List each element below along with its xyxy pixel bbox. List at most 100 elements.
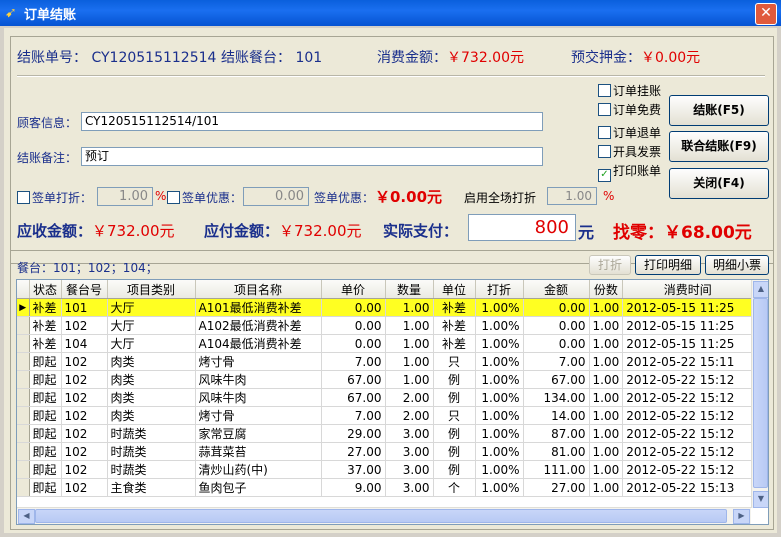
option-checkbox-1[interactable]: 订单免费: [598, 101, 661, 118]
table-cell: 87.00: [523, 424, 590, 443]
table-cell: 1.00%: [475, 370, 524, 389]
table-cell: 1.00: [589, 298, 624, 317]
table-cell: 67.00: [321, 370, 386, 389]
detail-ticket-button[interactable]: 明细小票: [705, 255, 769, 275]
global-discount-label: 启用全场打折: [464, 191, 537, 205]
table-cell: 3.00: [385, 424, 434, 443]
scroll-right-icon[interactable]: ▶: [733, 509, 750, 524]
column-header-10[interactable]: 消费时间: [622, 280, 754, 299]
table-cell: 时蔬类: [107, 424, 196, 443]
global-discount-input[interactable]: 1.00: [547, 187, 597, 205]
table-row[interactable]: 即起 102 时蔬类 蒜茸菜苔 27.00 3.00 例 1.00% 81.00 1.00 2012…: [17, 442, 754, 461]
table-cell: 101: [61, 298, 108, 317]
option-checkbox-2[interactable]: 订单退单: [598, 124, 661, 141]
table-row[interactable]: 补差 104 大厅 A104最低消费补差 0.00 1.00 补差 1.00% 0.00 1.00…: [17, 334, 754, 353]
column-header-4[interactable]: 单价: [321, 280, 386, 299]
checkbox-icon: [598, 84, 611, 97]
column-header-7[interactable]: 打折: [475, 280, 524, 299]
option-checkbox-3[interactable]: 开具发票: [598, 143, 661, 160]
column-header-3[interactable]: 项目名称: [195, 280, 322, 299]
table-cell: A102最低消费补差: [195, 316, 322, 335]
table-cell: 补差: [433, 316, 476, 335]
table-cell: 1.00: [385, 298, 434, 317]
table-cell: 102: [61, 478, 108, 497]
table-cell: 0.00: [523, 298, 590, 317]
table-cell: 1.00%: [475, 334, 524, 353]
table-cell: 即起: [29, 478, 62, 497]
table-cell: 1.00: [385, 316, 434, 335]
sign-offer-input[interactable]: 0.00: [243, 187, 309, 206]
table-cell: 1.00%: [475, 442, 524, 461]
red-arrow-icon: ➹: [5, 5, 17, 21]
table-cell: 时蔬类: [107, 442, 196, 461]
table-cell: 即起: [29, 442, 62, 461]
table-cell: 1.00%: [475, 406, 524, 425]
table-cell: 1.00: [385, 370, 434, 389]
option-label: 开具发票: [613, 145, 662, 159]
order-grid[interactable]: 状态 餐台号 项目类别 项目名称 单价 数量 单位 打折 金额 份数 消费时间 ▶ 补差 101 大厅 A1…: [16, 279, 769, 525]
option-checkbox-4[interactable]: ✓ 打印账单: [598, 162, 661, 182]
table-cell: 1.00: [589, 460, 624, 479]
table-row[interactable]: 即起 102 肉类 风味牛肉 67.00 1.00 例 1.00% 67.00 1.00 2012-…: [17, 370, 754, 389]
note-input[interactable]: 预订: [81, 147, 543, 166]
table-row[interactable]: 即起 102 主食类 鱼肉包子 9.00 3.00 个 1.00% 27.00 1.00 2012-…: [17, 478, 754, 497]
table-row[interactable]: 即起 102 肉类 烤寸骨 7.00 2.00 只 1.00% 14.00 1.00 2012-05…: [17, 406, 754, 425]
checkout-button[interactable]: 结账(F5): [669, 95, 769, 126]
table-cell: 102: [61, 316, 108, 335]
row-indicator: [17, 424, 30, 443]
table-cell: 102: [61, 352, 108, 371]
column-header-5[interactable]: 数量: [385, 280, 434, 299]
sign-offer-checkbox[interactable]: 签单优惠：: [167, 189, 242, 206]
joint-checkout-button[interactable]: 联合结账(F9): [669, 131, 769, 162]
table-row[interactable]: 即起 102 肉类 烤寸骨 7.00 1.00 只 1.00% 7.00 1.00 2012-05-…: [17, 352, 754, 371]
horizontal-scrollbar[interactable]: ◀ ▶: [17, 507, 751, 524]
checkbox-icon: [17, 191, 30, 204]
column-header-8[interactable]: 金额: [523, 280, 590, 299]
scroll-down-icon[interactable]: ▼: [753, 491, 768, 508]
scroll-thumb[interactable]: [753, 298, 768, 488]
column-header-6[interactable]: 单位: [433, 280, 476, 299]
table-cell: 补差: [29, 316, 62, 335]
row-indicator-header: [17, 280, 30, 299]
table-row[interactable]: 即起 102 时蔬类 清炒山药(中) 37.00 3.00 例 1.00% 111.00 1.00…: [17, 460, 754, 479]
table-cell: 0.00: [321, 298, 386, 317]
option-label: 订单免费: [613, 103, 662, 117]
table-row[interactable]: 补差 102 大厅 A102最低消费补差 0.00 1.00 补差 1.00% 0.00 1.00…: [17, 316, 754, 335]
scroll-up-icon[interactable]: ▲: [753, 281, 768, 298]
table-cell: 1.00%: [475, 316, 524, 335]
table-cell: 2012-05-22 15:13: [622, 478, 754, 497]
column-header-0[interactable]: 状态: [29, 280, 62, 299]
customer-input[interactable]: CY120515112514/101: [81, 112, 543, 131]
column-header-1[interactable]: 餐台号: [61, 280, 108, 299]
sign-discount-input[interactable]: 1.00: [97, 187, 153, 206]
option-checkbox-0[interactable]: 订单挂账: [598, 82, 661, 99]
table-cell: 例: [433, 388, 476, 407]
table-cell: 例: [433, 370, 476, 389]
scroll-left-icon[interactable]: ◀: [18, 509, 35, 524]
bill-amount: 消费金额：￥732.00元: [377, 50, 524, 66]
table-cell: 0.00: [523, 316, 590, 335]
column-header-2[interactable]: 项目类别: [107, 280, 196, 299]
bill-no: 结账单号： CY120515112514: [17, 50, 217, 66]
checkbox-icon: [167, 191, 180, 204]
vertical-scrollbar[interactable]: ▲ ▼: [751, 280, 768, 508]
table-cell: 大厅: [107, 298, 196, 317]
column-header-9[interactable]: 份数: [589, 280, 624, 299]
table-row[interactable]: 即起 102 肉类 风味牛肉 67.00 2.00 例 1.00% 134.00 1.00 2012…: [17, 388, 754, 407]
table-cell: 1.00: [589, 388, 624, 407]
discount-button[interactable]: 打折: [589, 255, 631, 275]
sign-discount-checkbox[interactable]: 签单打折：: [17, 189, 92, 206]
table-cell: 时蔬类: [107, 460, 196, 479]
table-cell: 27.00: [321, 442, 386, 461]
close-icon[interactable]: ✕: [755, 3, 777, 25]
print-detail-button[interactable]: 打印明细: [635, 255, 701, 275]
table-cell: 大厅: [107, 316, 196, 335]
table-cell: 102: [61, 460, 108, 479]
table-cell: 1.00%: [475, 352, 524, 371]
table-row[interactable]: 即起 102 时蔬类 家常豆腐 29.00 3.00 例 1.00% 87.00 1.00 2012…: [17, 424, 754, 443]
hscroll-thumb[interactable]: [35, 509, 727, 523]
table-row[interactable]: ▶ 补差 101 大厅 A101最低消费补差 0.00 1.00 补差 1.00% 0.00 1.0…: [17, 298, 754, 317]
close-button[interactable]: 关闭(F4): [669, 168, 769, 199]
table-cell: 即起: [29, 460, 62, 479]
actual-pay-input[interactable]: 800: [468, 214, 576, 241]
